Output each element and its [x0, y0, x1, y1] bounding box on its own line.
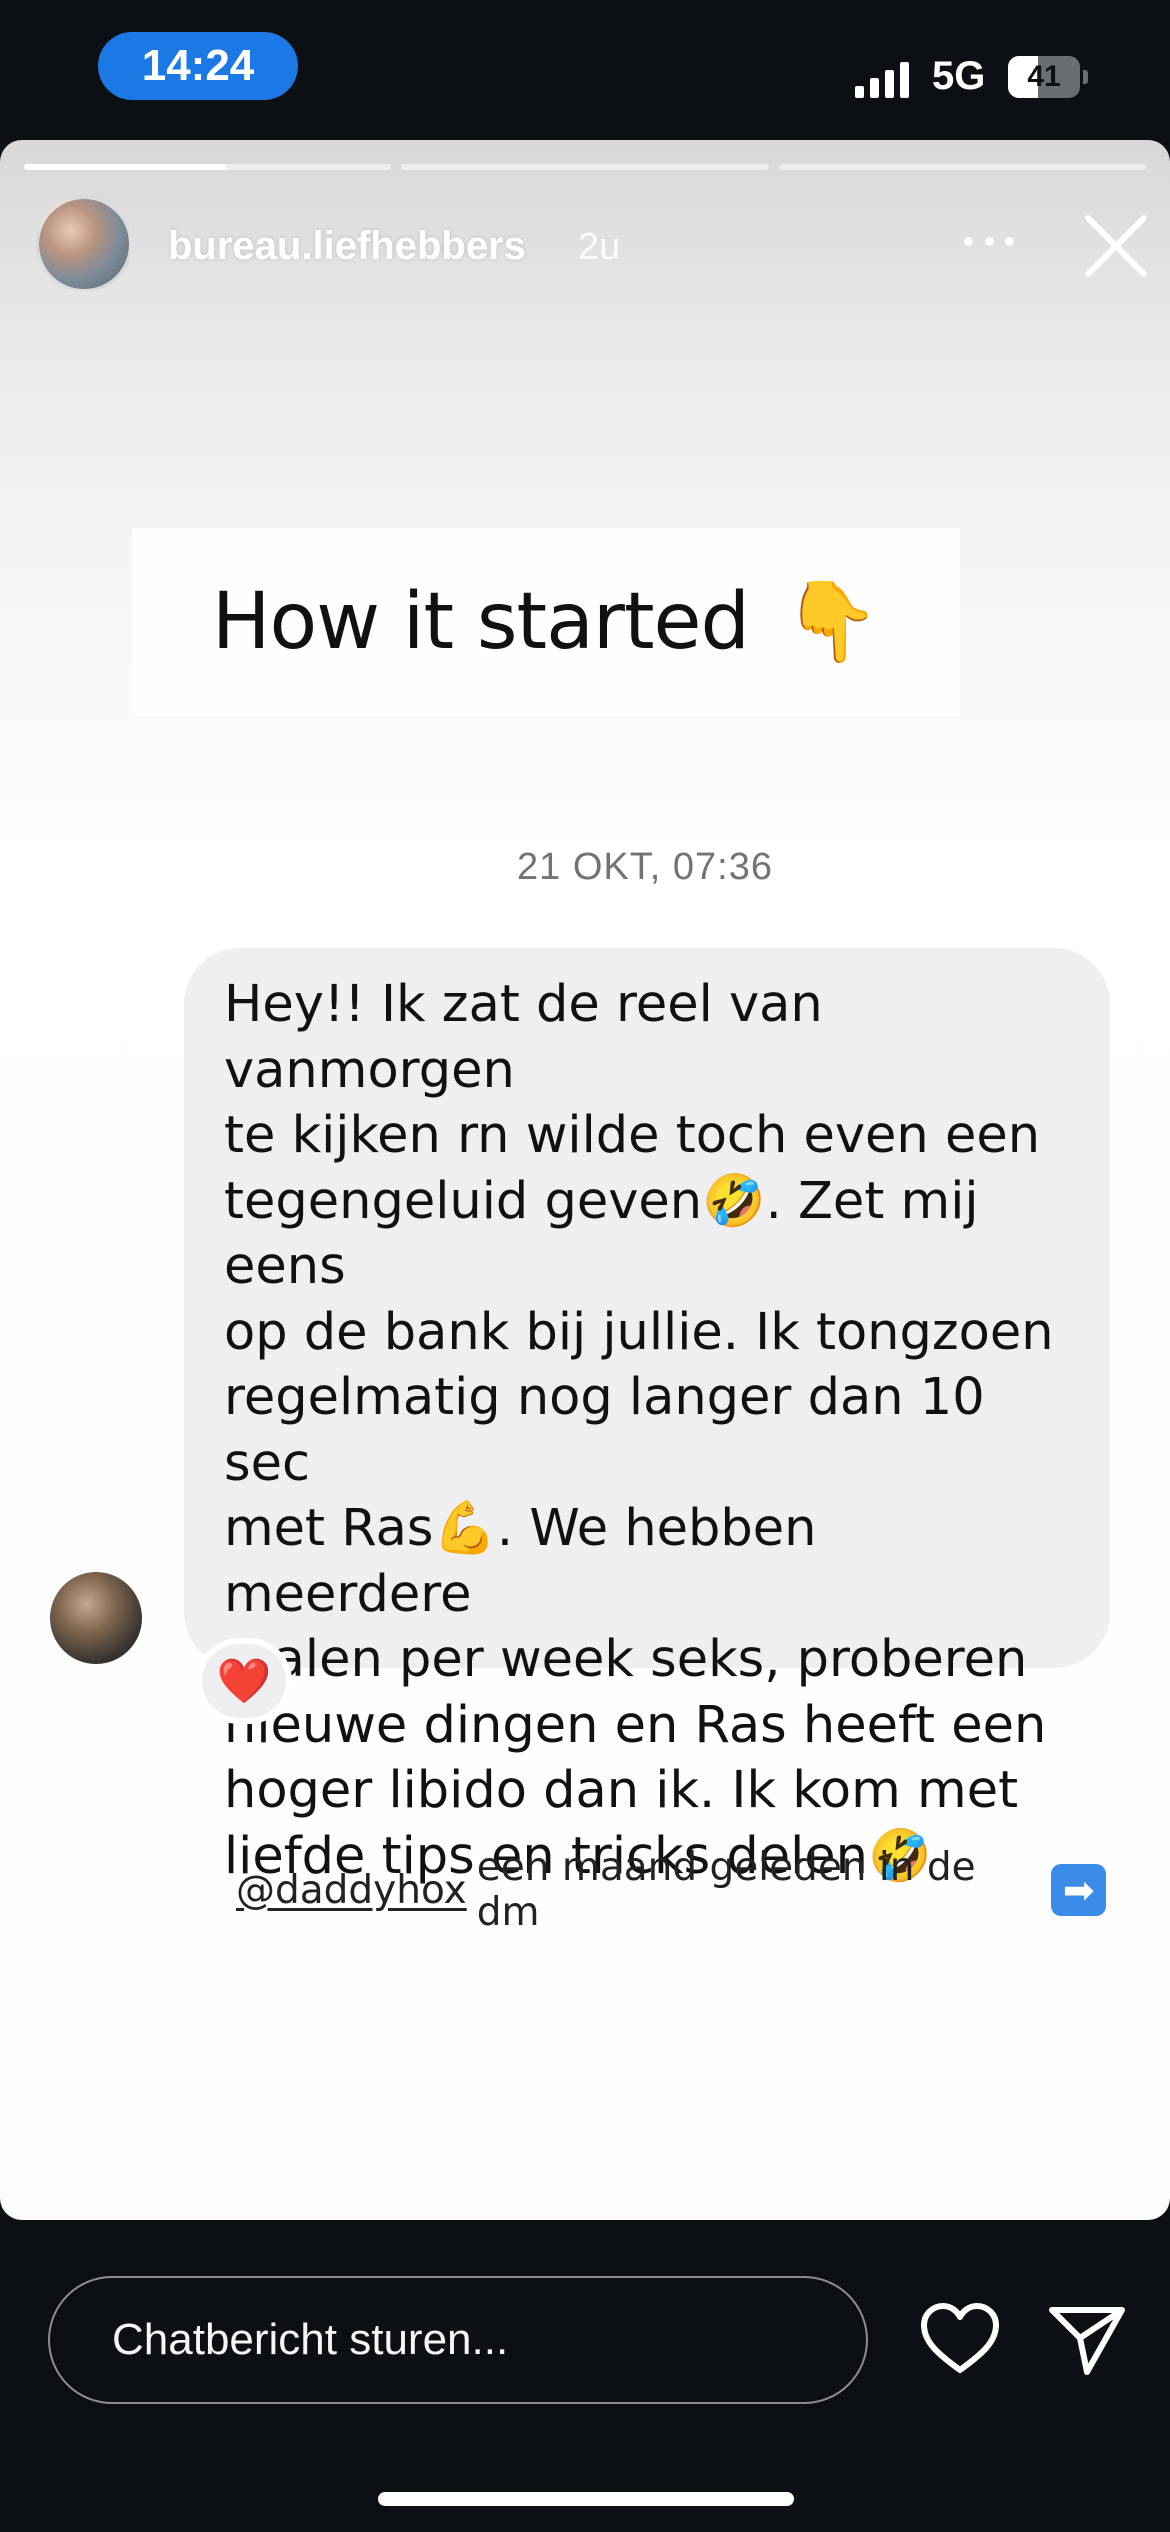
- story-title-sticker: How it started 👇: [132, 528, 960, 716]
- dm-timestamp: 21 OKT, 07:36: [517, 846, 773, 888]
- status-time[interactable]: 14:24: [98, 32, 298, 100]
- story-time-ago: 2u: [578, 226, 621, 268]
- story-header: bureau.liefhebbers 2u: [36, 194, 1147, 294]
- dm-message-bubble: Hey!! Ik zat de reel van vanmorgen te ki…: [184, 948, 1110, 1886]
- dm-message-text: Hey!! Ik zat de reel van vanmorgen te ki…: [224, 975, 1054, 1886]
- pointing-down-icon: 👇: [783, 577, 881, 665]
- story-progress-bar: [24, 164, 1146, 170]
- cellular-signal-icon: [855, 58, 915, 98]
- status-bar: 14:24 5G 41: [0, 0, 1170, 140]
- progress-segment: [401, 164, 769, 170]
- caption-text: een maand geleden in de dm: [476, 1845, 976, 1935]
- battery-icon: 41: [1008, 56, 1088, 98]
- home-indicator[interactable]: [378, 2492, 794, 2506]
- close-icon: [1085, 215, 1147, 277]
- reply-message-input[interactable]: [48, 2276, 868, 2404]
- story-caption: @daddyhox een maand geleden in de dm ➡: [236, 1845, 1106, 1935]
- profile-avatar[interactable]: [36, 196, 132, 292]
- close-button[interactable]: [1076, 206, 1156, 286]
- story-viewer[interactable]: bureau.liefhebbers 2u How it started 👇 2…: [0, 140, 1170, 2220]
- arrow-right-icon: ➡: [1051, 1864, 1106, 1916]
- story-title-text: How it started: [211, 577, 750, 667]
- story-username[interactable]: bureau.liefhebbers: [168, 224, 526, 269]
- progress-segment: [778, 164, 1146, 170]
- progress-segment: [24, 164, 392, 170]
- sender-avatar: [50, 1572, 142, 1664]
- more-options-button[interactable]: [954, 216, 1024, 266]
- mention-link[interactable]: @daddyhox: [236, 1868, 467, 1913]
- more-horizontal-icon: [964, 236, 973, 246]
- like-button[interactable]: [918, 2300, 1002, 2378]
- network-type: 5G: [932, 54, 986, 98]
- battery-level: 41: [1027, 60, 1061, 93]
- send-button[interactable]: [1046, 2298, 1128, 2380]
- heart-icon: [921, 2303, 999, 2373]
- send-icon: [1049, 2307, 1125, 2375]
- heart-reaction: ❤️: [196, 1638, 292, 1724]
